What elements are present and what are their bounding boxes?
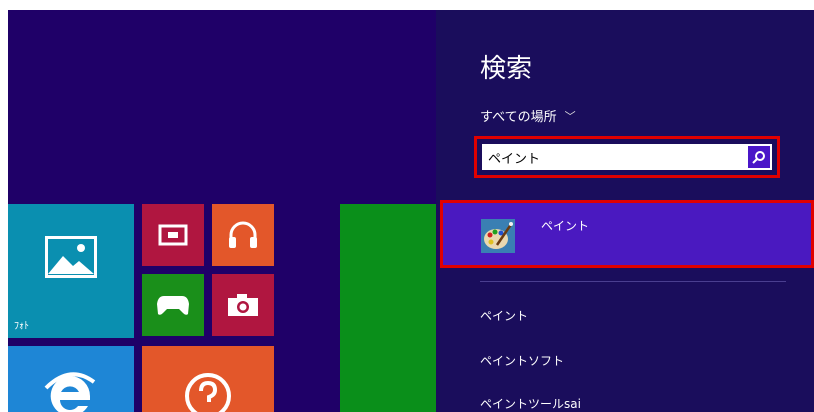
gamepad-icon: [157, 296, 189, 315]
tile-green[interactable]: [340, 204, 436, 412]
search-input[interactable]: [482, 144, 748, 170]
search-suggestion[interactable]: ペイント: [480, 307, 528, 324]
video-icon: [158, 224, 188, 246]
paint-palette-icon: [481, 219, 515, 253]
tile-internet-explorer[interactable]: [8, 346, 134, 412]
search-suggestion[interactable]: ペイントツールsai: [480, 395, 581, 412]
tile-camera[interactable]: [212, 274, 274, 336]
search-result-paint[interactable]: ペイント: [440, 200, 814, 268]
divider: [480, 281, 786, 282]
photos-icon: [45, 236, 97, 278]
start-screen: ﾌｫﾄ 検索 すべての場所 ﹀ ペイント ペイント ペイント ペイントソフト ペ…: [8, 10, 814, 412]
search-result-label: ペイント: [541, 219, 590, 233]
search-charm-title: 検索: [480, 54, 533, 84]
internet-explorer-icon: [44, 372, 96, 412]
search-box: [482, 144, 772, 170]
camera-icon: [228, 294, 258, 316]
headphones-icon: [229, 221, 257, 248]
tile-games[interactable]: [142, 274, 204, 336]
chevron-down-icon: ﹀: [564, 109, 576, 123]
search-icon: [752, 151, 765, 164]
search-suggestion[interactable]: ペイントソフト: [480, 352, 564, 369]
tile-video[interactable]: [142, 204, 204, 266]
tile-photos-label: ﾌｫﾄ: [14, 321, 29, 332]
tile-help[interactable]: [142, 346, 274, 412]
search-button[interactable]: [748, 146, 770, 168]
search-scope-dropdown[interactable]: すべての場所 ﹀: [480, 106, 576, 126]
help-icon: [185, 373, 231, 412]
search-box-highlight: [474, 136, 780, 178]
tile-photos[interactable]: ﾌｫﾄ: [8, 204, 134, 338]
search-charm: 検索 すべての場所 ﹀ ペイント ペイント ペイント ペイントソフト ペイントツ…: [436, 10, 814, 412]
tile-music[interactable]: [212, 204, 274, 266]
search-scope-label: すべての場所: [480, 110, 557, 125]
